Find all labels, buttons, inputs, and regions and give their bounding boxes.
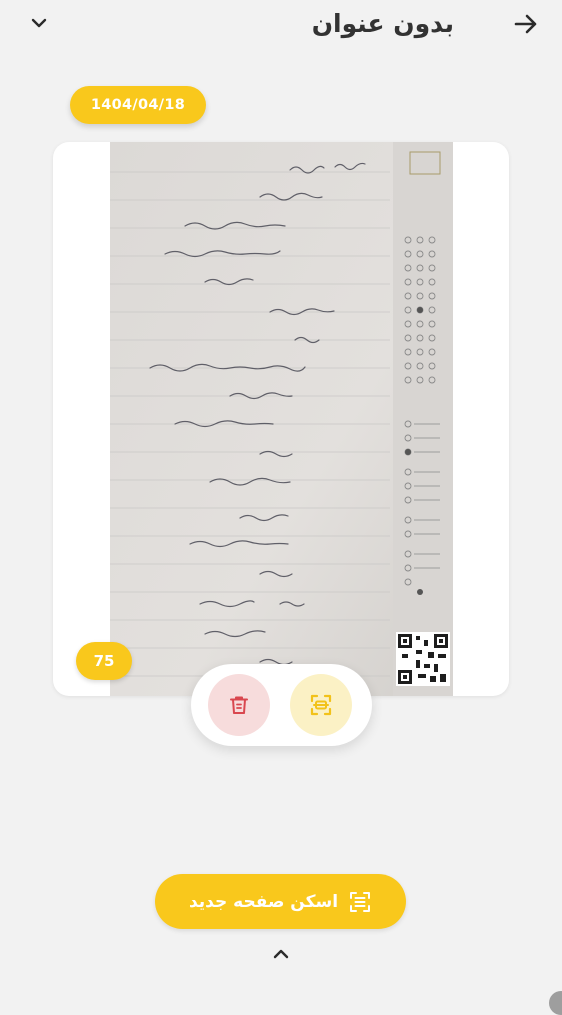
- expand-button[interactable]: [268, 942, 294, 966]
- page-actions: [191, 664, 372, 746]
- top-bar: بدون عنوان: [0, 0, 562, 50]
- chevron-down-icon: [31, 18, 47, 28]
- back-button[interactable]: [508, 6, 544, 42]
- chevron-up-icon: [273, 949, 289, 959]
- scanned-notebook-image: [110, 142, 453, 696]
- scanned-page-card[interactable]: [53, 142, 509, 696]
- page-number-badge: 75: [76, 642, 132, 680]
- trash-icon: [230, 696, 248, 714]
- collapse-button[interactable]: [22, 6, 56, 40]
- crop-scan-icon: [310, 694, 332, 716]
- date-badge: 1404/04/18: [70, 86, 206, 124]
- arrow-right-icon: [514, 14, 537, 34]
- scan-new-page-button[interactable]: اسکن صفحه جدید: [155, 874, 406, 929]
- floating-indicator: [549, 991, 562, 1015]
- crop-scan-button[interactable]: [290, 674, 352, 736]
- delete-button[interactable]: [208, 674, 270, 736]
- page-title: بدون عنوان: [311, 9, 454, 38]
- scan-button-label: اسکن صفحه جدید: [188, 891, 339, 912]
- scan-icon: [350, 891, 371, 912]
